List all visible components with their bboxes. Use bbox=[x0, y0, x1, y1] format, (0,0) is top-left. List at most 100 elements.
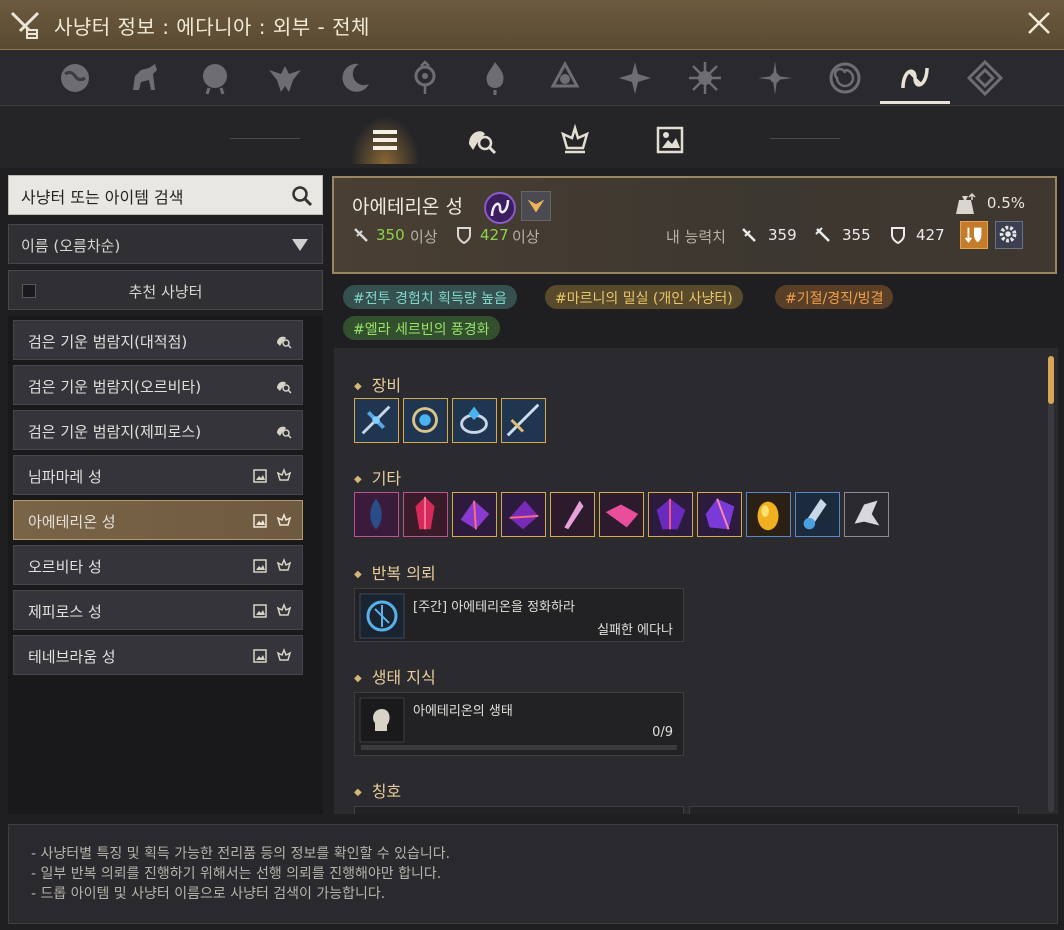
req-defense-suffix: 이상 bbox=[512, 228, 540, 246]
list-item[interactable]: 검은 기운 범람지(제피로스) bbox=[13, 410, 303, 450]
region-tab-2[interactable] bbox=[120, 56, 170, 100]
knot-emblem-icon bbox=[550, 60, 580, 88]
region-tab-10[interactable] bbox=[680, 56, 730, 100]
section-title-ecology: 생태 지식 bbox=[354, 664, 436, 688]
region-tab-9[interactable] bbox=[610, 56, 660, 100]
monster-search-icon bbox=[469, 131, 497, 155]
search-icon[interactable] bbox=[290, 184, 314, 208]
item-slot[interactable] bbox=[501, 492, 546, 537]
shield-down-icon bbox=[964, 227, 982, 244]
region-tab-1[interactable] bbox=[50, 56, 100, 100]
title-bar: 사냥터 정보 : 에다니아 : 외부 - 전체 bbox=[0, 0, 1064, 50]
boss-crown-icon bbox=[276, 603, 292, 616]
crescent-moon-icon bbox=[342, 63, 369, 92]
help-line: - 일부 반복 의뢰를 진행하기 위해서는 선행 의뢰를 진행해야만 합니다. bbox=[31, 866, 442, 882]
stat-ap: 359 bbox=[768, 226, 797, 244]
picture-icon bbox=[253, 559, 267, 573]
sort-dropdown[interactable]: 이름 (오름차순) bbox=[8, 224, 323, 264]
gear-icon bbox=[999, 225, 1017, 243]
scrollbar-thumb[interactable] bbox=[1048, 356, 1054, 404]
item-slot[interactable] bbox=[403, 398, 448, 443]
area-info-card: 아에테리온 성 350 이상 427 이상 0.5% 내 능력치 359 355… bbox=[332, 176, 1057, 274]
chevron-down-icon bbox=[527, 199, 545, 213]
window-title: 사냥터 정보 : 에다니아 : 외부 - 전체 bbox=[54, 15, 370, 39]
boss-crown-icon bbox=[276, 648, 292, 661]
region-tab-12[interactable] bbox=[820, 56, 870, 100]
pink-shard-icon bbox=[564, 500, 584, 530]
list-item[interactable]: 검은 기운 범람지(오르비타) bbox=[13, 365, 303, 405]
region-tab-bar bbox=[0, 50, 1064, 106]
item-slot[interactable] bbox=[354, 492, 399, 537]
settings-button[interactable] bbox=[995, 221, 1023, 249]
tab-boss[interactable] bbox=[540, 116, 610, 164]
area-name: 제피로스 성 bbox=[28, 603, 102, 621]
region-tab-11[interactable] bbox=[750, 56, 800, 100]
edania-emblem-icon bbox=[484, 192, 516, 224]
item-slot[interactable] bbox=[795, 492, 840, 537]
req-attack-value: 350 bbox=[376, 226, 405, 244]
shield-icon bbox=[457, 227, 471, 244]
item-slot[interactable] bbox=[746, 492, 791, 537]
ecology-progress-bar bbox=[361, 745, 677, 750]
red-crystal-icon bbox=[415, 496, 435, 530]
loot-bag-icon bbox=[956, 192, 976, 214]
close-icon[interactable] bbox=[1026, 10, 1052, 36]
item-slot[interactable] bbox=[452, 492, 497, 537]
tab-monster-search[interactable] bbox=[446, 116, 516, 164]
area-name: 님파마레 성 bbox=[28, 468, 102, 486]
quest-card[interactable]: [주간] 아에테리온을 정화하라 실패한 에다나 bbox=[354, 588, 684, 642]
region-tab-5[interactable] bbox=[330, 56, 380, 100]
region-tab-6[interactable] bbox=[400, 56, 450, 100]
list-item[interactable]: 테네브라움 성 bbox=[13, 635, 303, 675]
magic-crystal-icon bbox=[705, 498, 735, 530]
flame-emblem-icon bbox=[486, 62, 504, 95]
star-burst-icon bbox=[758, 61, 792, 95]
quest-giver: 실패한 에다나 bbox=[597, 623, 673, 638]
item-slot[interactable] bbox=[354, 398, 399, 443]
tag-cc: #기절/경직/빙결 bbox=[775, 285, 894, 309]
region-tab-4[interactable] bbox=[260, 56, 310, 100]
tab-picture[interactable] bbox=[635, 116, 705, 164]
item-slot[interactable] bbox=[599, 492, 644, 537]
title-card[interactable] bbox=[689, 806, 1019, 814]
picture-icon bbox=[253, 649, 267, 663]
region-tab-8[interactable] bbox=[540, 56, 590, 100]
potion-icon bbox=[803, 498, 827, 530]
loot-panel: 장비 기타 반복 의뢰 [주간] bbox=[334, 348, 1058, 814]
item-slot[interactable] bbox=[697, 492, 742, 537]
boss-crown-icon bbox=[276, 513, 292, 526]
ecology-card[interactable]: 아에테리온의 생태 0/9 bbox=[354, 692, 684, 756]
tab-list[interactable] bbox=[350, 116, 420, 164]
item-slot[interactable] bbox=[452, 398, 497, 443]
crossed-swords-icon bbox=[10, 11, 40, 39]
list-item[interactable]: 님파마레 성 bbox=[13, 455, 303, 495]
list-item[interactable]: 아에테리온 성 bbox=[13, 500, 303, 540]
item-slot[interactable] bbox=[550, 492, 595, 537]
rank-badge bbox=[521, 191, 551, 221]
awakening-sword-icon bbox=[815, 227, 830, 242]
title-card[interactable] bbox=[354, 806, 684, 814]
item-slot[interactable] bbox=[648, 492, 693, 537]
search-box bbox=[8, 175, 323, 215]
sort-label: 이름 (오름차순) bbox=[21, 237, 121, 255]
sun-burst-icon bbox=[619, 62, 651, 94]
sub-tab-bar bbox=[0, 106, 1064, 168]
region-tab-13[interactable] bbox=[880, 56, 950, 104]
recommend-toggle[interactable]: 추천 사냥터 bbox=[8, 270, 323, 310]
region-tab-7[interactable] bbox=[470, 56, 520, 100]
sword-icon bbox=[742, 228, 756, 242]
scrollbar[interactable] bbox=[1048, 356, 1054, 812]
item-slot[interactable] bbox=[501, 398, 546, 443]
region-tab-14[interactable] bbox=[960, 56, 1010, 100]
list-item[interactable]: 검은 기운 범람지(대적점) bbox=[13, 320, 303, 360]
edania-emblem-icon bbox=[901, 67, 929, 89]
search-input[interactable] bbox=[21, 184, 281, 208]
region-tab-3[interactable] bbox=[190, 56, 240, 100]
area-name: 테네브라움 성 bbox=[28, 648, 116, 666]
item-slot[interactable] bbox=[403, 492, 448, 537]
bust-icon bbox=[359, 697, 405, 743]
item-slot[interactable] bbox=[844, 492, 889, 537]
stat-compare-button[interactable] bbox=[960, 221, 988, 249]
list-item[interactable]: 제피로스 성 bbox=[13, 590, 303, 630]
list-item[interactable]: 오르비타 성 bbox=[13, 545, 303, 585]
